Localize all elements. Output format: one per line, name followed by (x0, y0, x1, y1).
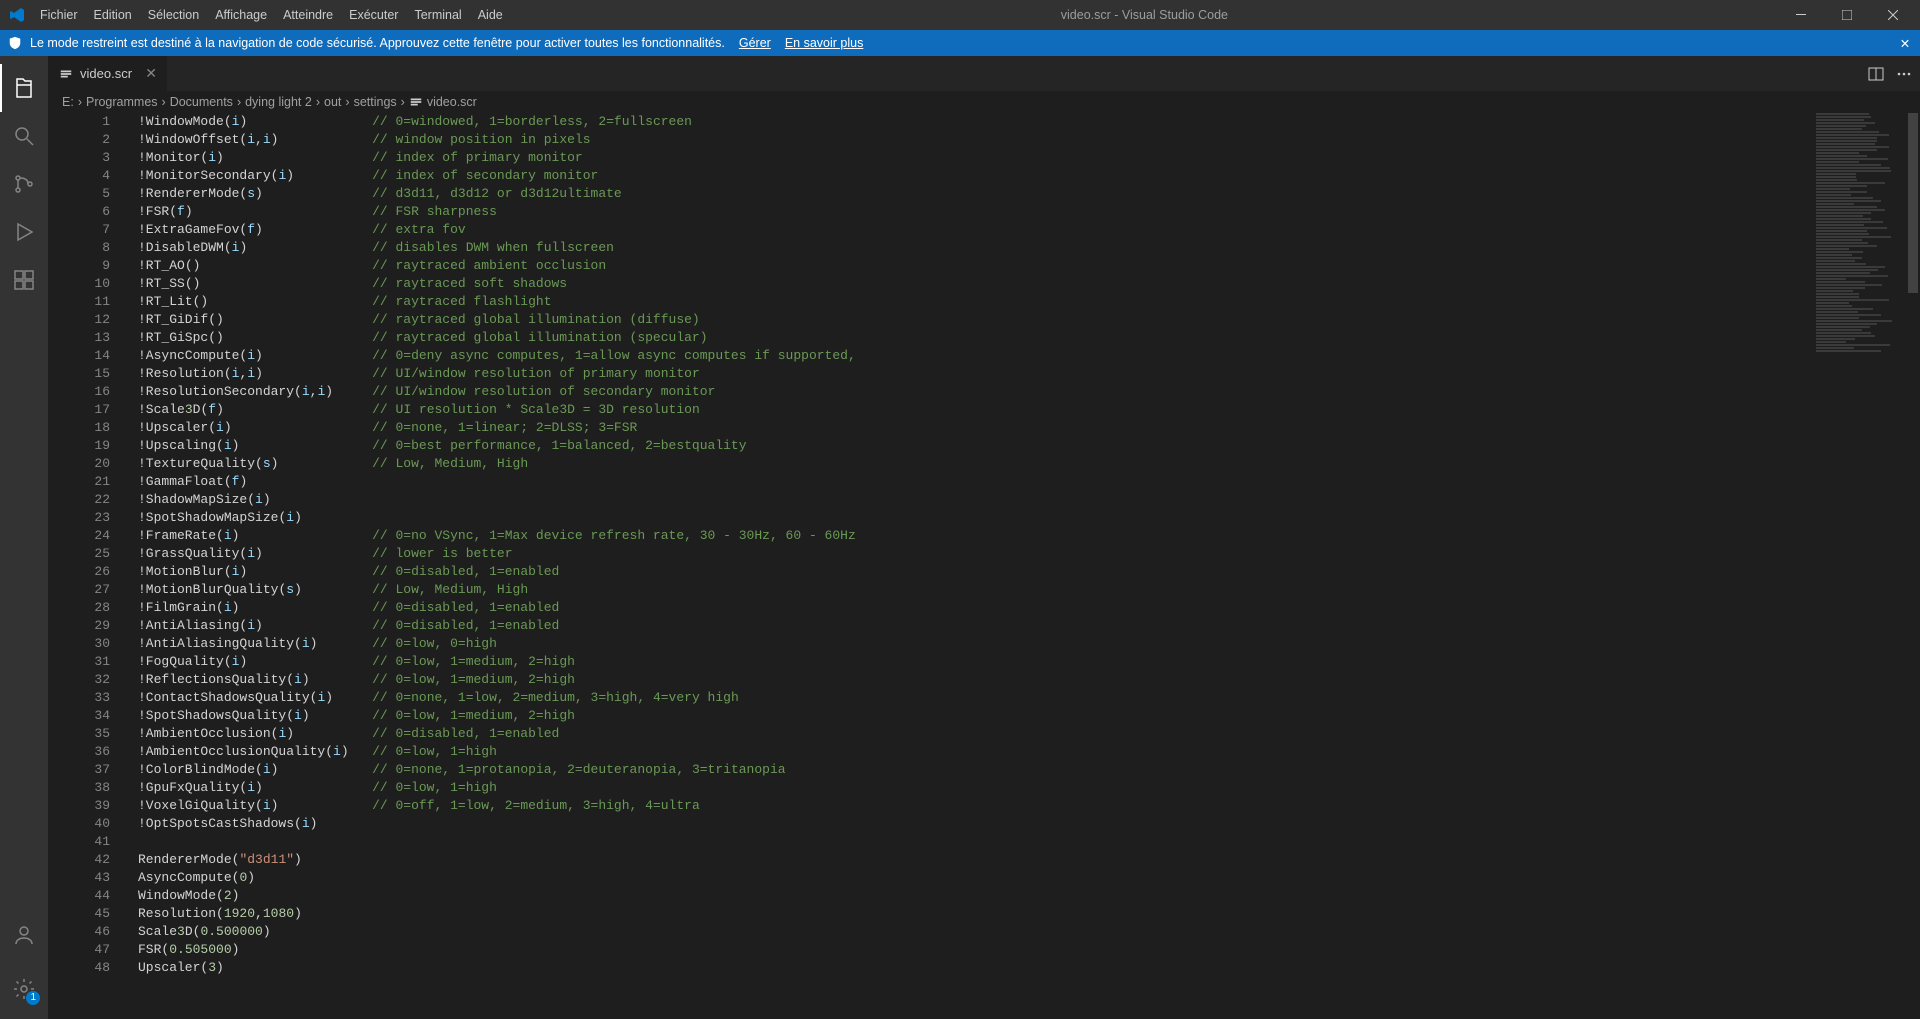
minimap[interactable] (1816, 113, 1906, 373)
more-actions-icon[interactable] (1896, 66, 1912, 82)
code-editor[interactable]: 1234567891011121314151617181920212223242… (48, 113, 1920, 1019)
breadcrumb-separator: › (401, 95, 405, 109)
breadcrumbs[interactable]: E: › Programmes › Documents › dying light 2 › ou… (48, 91, 1920, 113)
file-icon (409, 95, 423, 109)
explorer-icon[interactable] (0, 64, 48, 112)
manage-link[interactable]: Gérer (739, 36, 771, 50)
window-maximize-button[interactable] (1824, 0, 1870, 30)
window-minimize-button[interactable] (1778, 0, 1824, 30)
banner-close-button[interactable]: ✕ (1890, 36, 1920, 51)
run-debug-icon[interactable] (0, 208, 48, 256)
breadcrumb-item[interactable]: dying light 2 (245, 95, 312, 109)
breadcrumb-separator: › (345, 95, 349, 109)
vscode-icon (8, 6, 26, 24)
activity-bar: 1 (0, 56, 48, 1019)
breadcrumb-separator: › (78, 95, 82, 109)
menubar: FichierEditionSélectionAffichageAtteindr… (0, 0, 1920, 30)
split-editor-icon[interactable] (1868, 66, 1884, 82)
restricted-mode-text: Le mode restreint est destiné à la navig… (30, 36, 725, 50)
window-title: video.scr - Visual Studio Code (511, 8, 1778, 22)
breadcrumb-item[interactable]: Programmes (86, 95, 158, 109)
settings-gear-icon[interactable]: 1 (0, 965, 48, 1013)
window-close-button[interactable] (1870, 0, 1916, 30)
scrollbar-thumb[interactable] (1908, 113, 1918, 293)
settings-badge: 1 (26, 991, 40, 1005)
tab-close-button[interactable]: ✕ (145, 65, 157, 82)
tab-title: video.scr (80, 66, 132, 81)
menu-terminal[interactable]: Terminal (406, 0, 469, 30)
line-number-gutter: 1234567891011121314151617181920212223242… (48, 113, 128, 1019)
breadcrumb-item[interactable]: video.scr (409, 95, 477, 109)
menu-edition[interactable]: Edition (86, 0, 140, 30)
breadcrumb-separator: › (316, 95, 320, 109)
editor-tab[interactable]: video.scr ✕ (48, 56, 168, 91)
breadcrumb-item[interactable]: Documents (170, 95, 233, 109)
breadcrumb-item[interactable]: settings (354, 95, 397, 109)
code-content[interactable]: !WindowMode(i) // 0=windowed, 1=borderle… (138, 113, 1800, 1019)
menu-exécuter[interactable]: Exécuter (341, 0, 406, 30)
breadcrumb-item[interactable]: E: (62, 95, 74, 109)
breadcrumb-separator: › (162, 95, 166, 109)
editor-area: video.scr ✕ E: › Programmes › Documents › dyin… (48, 56, 1920, 1019)
shield-icon (8, 36, 22, 50)
editor-tabs: video.scr ✕ (48, 56, 1920, 91)
breadcrumb-separator: › (237, 95, 241, 109)
accounts-icon[interactable] (0, 911, 48, 959)
learn-more-link[interactable]: En savoir plus (785, 36, 864, 50)
extensions-icon[interactable] (0, 256, 48, 304)
search-icon[interactable] (0, 112, 48, 160)
menu-aide[interactable]: Aide (470, 0, 511, 30)
vertical-scrollbar[interactable] (1906, 113, 1920, 1019)
menu-atteindre[interactable]: Atteindre (275, 0, 341, 30)
restricted-mode-banner: Le mode restreint est destiné à la navig… (0, 30, 1920, 56)
menu-affichage[interactable]: Affichage (207, 0, 275, 30)
file-icon (58, 66, 74, 82)
menu-fichier[interactable]: Fichier (32, 0, 86, 30)
menu-sélection[interactable]: Sélection (140, 0, 207, 30)
source-control-icon[interactable] (0, 160, 48, 208)
breadcrumb-item[interactable]: out (324, 95, 341, 109)
